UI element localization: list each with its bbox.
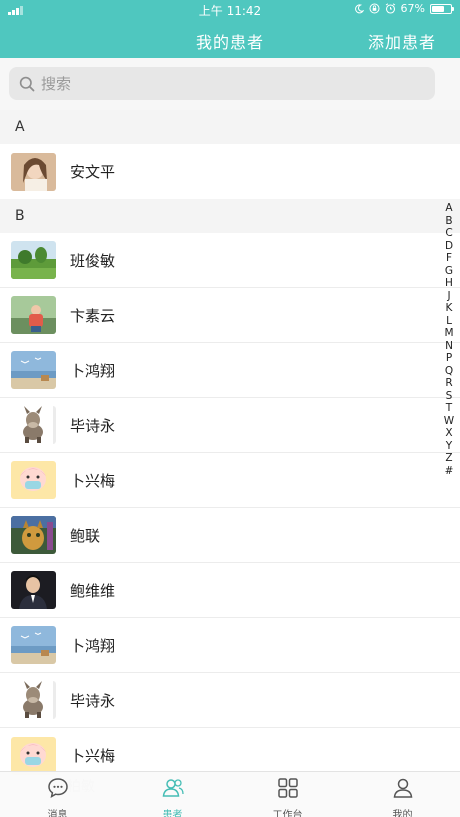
- patient-name: 卜鸿翔: [70, 636, 116, 655]
- seaside-avatar: [11, 351, 56, 389]
- patient-row[interactable]: 毕诗永: [0, 398, 460, 453]
- add-patient-button[interactable]: 添加患者: [368, 29, 436, 53]
- index-letter[interactable]: M: [444, 327, 453, 340]
- patient-name: 卜兴梅: [70, 471, 116, 490]
- patient-name: 班俊敏: [70, 251, 116, 270]
- status-right: 67%: [354, 2, 454, 15]
- patient-name: 卜兴梅: [70, 747, 116, 765]
- patients-icon: [161, 776, 185, 804]
- cat-painting-avatar: [11, 516, 56, 554]
- index-letter[interactable]: A: [445, 202, 452, 215]
- index-letter[interactable]: #: [445, 465, 454, 478]
- tab-mine[interactable]: 我的: [345, 772, 460, 817]
- seaside-avatar: [11, 626, 56, 664]
- donkey-avatar: [11, 681, 56, 719]
- index-letter[interactable]: Z: [445, 452, 452, 465]
- lock-rotation-icon: [369, 3, 380, 14]
- patient-name: 安文平: [70, 163, 116, 181]
- patient-row[interactable]: 毕诗永: [0, 673, 460, 728]
- tab-label: 我的: [392, 810, 413, 817]
- battery-percent: 67%: [400, 2, 425, 15]
- status-bar: 上午 11:42 67%: [0, 0, 460, 20]
- landscape-avatar: [11, 241, 56, 279]
- index-letter[interactable]: D: [445, 240, 453, 253]
- tab-label: 工作台: [272, 810, 303, 817]
- patient-name: 鲍维维: [70, 581, 116, 600]
- index-letter[interactable]: P: [446, 352, 452, 365]
- patient-name: 毕诗永: [70, 416, 116, 435]
- moon-icon: [354, 3, 364, 13]
- cartoon-mask-avatar: [11, 461, 56, 499]
- patient-row[interactable]: 鲍联: [0, 508, 460, 563]
- patient-row[interactable]: 卜兴梅: [0, 453, 460, 508]
- search-icon: [19, 76, 35, 91]
- index-letter[interactable]: N: [445, 340, 453, 353]
- index-letter[interactable]: W: [444, 415, 454, 428]
- cartoon-mask-avatar: [11, 736, 56, 775]
- tab-label: 患者: [162, 810, 183, 817]
- index-letter[interactable]: L: [446, 315, 452, 328]
- tab-label: 消息: [47, 810, 68, 817]
- index-letter[interactable]: F: [446, 252, 452, 265]
- battery-fill: [432, 5, 445, 12]
- tab-messages[interactable]: 消息: [0, 772, 115, 817]
- index-letter[interactable]: H: [445, 277, 453, 290]
- girl-avatar: [11, 296, 56, 334]
- search-bar[interactable]: [9, 67, 435, 100]
- section-header: A: [0, 110, 460, 144]
- chat-bubble-icon: [46, 776, 70, 804]
- index-letter[interactable]: G: [445, 265, 453, 278]
- man-portrait-avatar: [11, 571, 56, 609]
- index-letter[interactable]: Q: [445, 365, 453, 378]
- index-letter[interactable]: X: [445, 427, 452, 440]
- tab-workbench[interactable]: 工作台: [230, 772, 345, 817]
- header: 上午 11:42 67% 我的患者 添加患者: [0, 0, 460, 58]
- index-letter[interactable]: S: [446, 390, 453, 403]
- patient-name: 卜鸿翔: [70, 361, 116, 380]
- index-letter[interactable]: J: [447, 290, 450, 303]
- patient-row[interactable]: 卜鸿翔: [0, 343, 460, 398]
- index-letter[interactable]: R: [445, 377, 452, 390]
- grid-icon: [276, 776, 300, 804]
- index-letter[interactable]: K: [446, 302, 453, 315]
- alarm-icon: [385, 3, 395, 14]
- donkey-avatar: [11, 406, 56, 444]
- patient-list: A 安文平 B 班俊敏 卞素云 卜鸿翔 毕诗永 卜兴梅 鲍联 鲍维维 卜鸿翔 毕诗永 卜兴梅: [0, 110, 460, 783]
- patient-name: 卞素云: [70, 306, 116, 325]
- patient-row[interactable]: 卜鸿翔: [0, 618, 460, 673]
- patient-row[interactable]: 卞素云: [0, 288, 460, 343]
- battery-icon: [430, 3, 454, 14]
- tab-patients[interactable]: 患者: [115, 772, 230, 817]
- patient-name: 鲍联: [70, 526, 101, 545]
- section-header: B: [0, 199, 460, 233]
- patient-name: 毕诗永: [70, 691, 116, 710]
- profile-icon: [391, 776, 415, 804]
- patient-row[interactable]: 鲍维维: [0, 563, 460, 618]
- index-letter[interactable]: C: [445, 227, 452, 240]
- index-letter[interactable]: T: [446, 402, 452, 415]
- index-letter[interactable]: Y: [446, 440, 452, 453]
- alphabet-index[interactable]: A B C D F G H J K L M N P Q R S T W X Y Z #: [442, 202, 456, 477]
- patient-row[interactable]: 班俊敏: [0, 233, 460, 288]
- patient-row[interactable]: 安文平: [0, 144, 460, 199]
- index-letter[interactable]: B: [445, 215, 452, 228]
- search-input[interactable]: [41, 74, 401, 93]
- portrait-avatar: [11, 152, 56, 191]
- search-area: [0, 58, 460, 110]
- tab-bar: 消息 患者 工作台 我的: [0, 771, 460, 817]
